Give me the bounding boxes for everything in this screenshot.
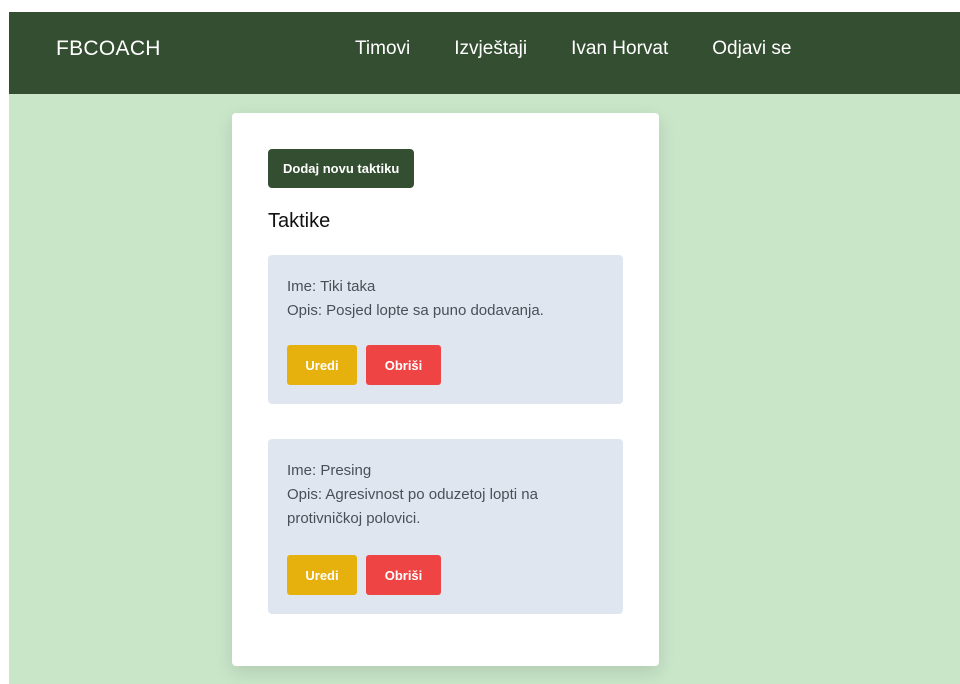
tactic-details: Ime: Tiki taka Opis: Posjed lopte sa pun… (287, 275, 607, 323)
tactic-item: Ime: Presing Opis: Agresivnost po oduzet… (268, 439, 623, 614)
nav-link-logout[interactable]: Odjavi se (712, 38, 791, 60)
tactic-description: Opis: Posjed lopte sa puno dodavanja. (287, 302, 544, 319)
add-tactic-button[interactable]: Dodaj novu taktiku (268, 149, 415, 188)
delete-tactic-button[interactable]: Obriši (366, 555, 441, 595)
edit-tactic-button[interactable]: Uredi (287, 345, 357, 385)
top-navbar: FBCOACH Timovi Izvještaji Ivan Horvat Od… (9, 12, 960, 94)
tactic-actions: Uredi Obriši (287, 555, 441, 595)
nav-link-user-profile[interactable]: Ivan Horvat (571, 38, 668, 60)
main-navigation: Timovi Izvještaji Ivan Horvat Odjavi se (355, 38, 791, 60)
delete-tactic-button[interactable]: Obriši (366, 345, 441, 385)
nav-link-timovi[interactable]: Timovi (355, 38, 410, 60)
app-viewport: FBCOACH Timovi Izvještaji Ivan Horvat Od… (9, 12, 960, 684)
tactics-heading: Taktike (268, 210, 331, 232)
nav-link-izvjestaji[interactable]: Izvještaji (454, 38, 527, 60)
edit-tactic-button[interactable]: Uredi (287, 555, 357, 595)
tactic-actions: Uredi Obriši (287, 345, 441, 385)
tactic-name: Ime: Presing (287, 462, 372, 479)
tactic-details: Ime: Presing Opis: Agresivnost po oduzet… (287, 459, 607, 531)
tactic-item: Ime: Tiki taka Opis: Posjed lopte sa pun… (268, 255, 623, 404)
brand-logo[interactable]: FBCOACH (56, 37, 161, 61)
tactic-description: Opis: Agresivnost po oduzetoj lopti na p… (287, 486, 538, 527)
tactics-card: Dodaj novu taktiku Taktike Ime: Tiki tak… (232, 113, 659, 666)
tactic-name: Ime: Tiki taka (287, 278, 376, 295)
